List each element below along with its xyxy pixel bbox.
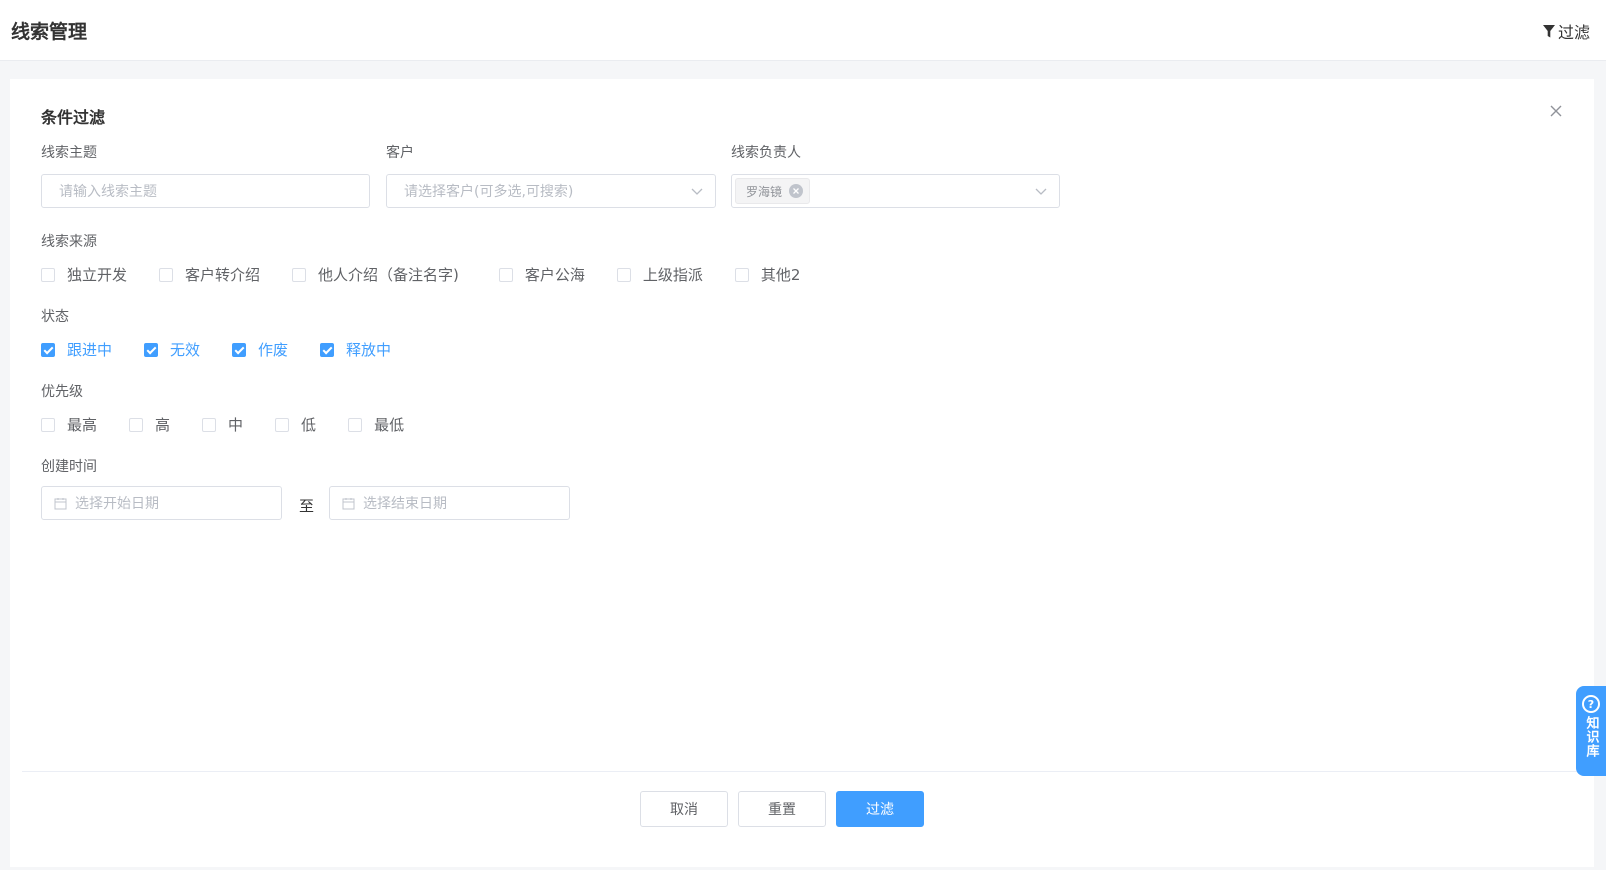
top-bar: 线索管理 过滤 <box>0 0 1606 61</box>
chevron-down-icon <box>1035 188 1047 195</box>
customer-placeholder: 请选择客户(可多选,可搜索) <box>404 184 574 200</box>
priority-option[interactable]: 最高 <box>41 414 97 435</box>
date-range-separator: 至 <box>299 497 315 515</box>
end-date-input[interactable]: 选择结束日期 <box>329 486 570 520</box>
option-label: 无效 <box>170 341 201 359</box>
source-option[interactable]: 上级指派 <box>616 264 703 285</box>
calendar-icon <box>342 497 355 509</box>
option-label: 客户公海 <box>524 266 585 284</box>
reset-button[interactable]: 重置 <box>738 791 826 827</box>
checkbox[interactable] <box>41 267 55 282</box>
checkbox[interactable] <box>734 267 749 282</box>
priority-option[interactable]: 中 <box>202 414 243 435</box>
panel-title: 条件过滤 <box>41 108 106 127</box>
status-option[interactable]: 作废 <box>232 339 288 360</box>
status-label: 状态 <box>41 309 69 325</box>
priority-option[interactable]: 高 <box>129 414 170 435</box>
page-title: 线索管理 <box>11 21 88 43</box>
chevron-down-icon <box>691 188 703 195</box>
option-label: 作废 <box>258 341 289 359</box>
checkbox[interactable] <box>275 417 290 432</box>
close-icon[interactable] <box>1548 103 1564 119</box>
option-label: 独立开发 <box>67 266 128 284</box>
checkbox[interactable] <box>144 342 159 357</box>
option-label: 上级指派 <box>642 266 703 284</box>
knowledge-base-button[interactable]: ? 知识库 <box>1576 686 1606 776</box>
option-label: 他人介绍（备注名字) <box>318 266 459 284</box>
priority-options: 最高 高 中 低 最低 <box>41 414 436 435</box>
start-date-placeholder: 选择开始日期 <box>75 496 159 512</box>
source-option[interactable]: 独立开发 <box>41 264 127 285</box>
checkbox[interactable] <box>616 267 631 282</box>
end-date-placeholder: 选择结束日期 <box>363 496 447 512</box>
source-option[interactable]: 客户公海 <box>498 264 585 285</box>
option-label: 中 <box>228 416 244 434</box>
option-label: 低 <box>301 416 317 434</box>
top-filter-button[interactable]: 过滤 <box>1542 19 1590 43</box>
priority-option[interactable]: 最低 <box>348 414 404 435</box>
filter-button[interactable]: 过滤 <box>836 791 924 827</box>
subject-label: 线索主题 <box>41 145 97 161</box>
checkbox[interactable] <box>498 267 513 282</box>
subject-input[interactable]: 请输入线索主题 <box>41 174 370 208</box>
status-options: 跟进中 无效 作废 释放中 <box>41 339 423 360</box>
checkbox[interactable] <box>159 267 174 282</box>
status-option[interactable]: 跟进中 <box>41 339 112 360</box>
option-label: 释放中 <box>346 341 392 359</box>
source-option[interactable]: 他人介绍（备注名字) <box>292 264 459 285</box>
source-option[interactable]: 客户转介绍 <box>159 264 260 285</box>
checkbox[interactable] <box>348 417 363 432</box>
option-label: 最高 <box>67 416 98 434</box>
tag-close-icon[interactable] <box>789 184 804 198</box>
owner-tag: 罗海镜 <box>735 178 811 204</box>
owner-label: 线索负责人 <box>731 145 801 161</box>
subject-placeholder: 请输入线索主题 <box>59 184 157 200</box>
option-label: 高 <box>155 416 171 434</box>
top-filter-label: 过滤 <box>1557 23 1590 42</box>
knowledge-base-label: 知识库 <box>1583 716 1599 758</box>
checkbox[interactable] <box>41 417 55 432</box>
checkbox[interactable] <box>202 417 217 432</box>
source-options: 独立开发 客户转介绍 他人介绍（备注名字) 客户公海 上级指派 其他2 <box>41 264 832 285</box>
cancel-button[interactable]: 取消 <box>640 791 728 827</box>
source-option[interactable]: 其他2 <box>734 264 801 285</box>
status-option[interactable]: 无效 <box>144 339 200 360</box>
filter-panel: 条件过滤 线索主题 客户 线索负责人 请输入线索主题 请选择客户(可多选,可搜索… <box>10 79 1594 867</box>
created-label: 创建时间 <box>41 459 97 475</box>
checkbox[interactable] <box>320 342 335 357</box>
priority-label: 优先级 <box>41 384 83 400</box>
checkbox[interactable] <box>232 342 247 357</box>
owner-select[interactable]: 罗海镜 <box>731 174 1060 208</box>
source-label: 线索来源 <box>41 234 97 250</box>
filter-icon <box>1542 24 1555 37</box>
status-option[interactable]: 释放中 <box>320 339 391 360</box>
start-date-input[interactable]: 选择开始日期 <box>41 486 282 520</box>
option-label: 客户转介绍 <box>185 266 261 284</box>
footer-divider <box>22 771 1582 772</box>
checkbox[interactable] <box>129 417 144 432</box>
help-icon: ? <box>1582 695 1600 713</box>
customer-label: 客户 <box>386 145 414 161</box>
priority-option[interactable]: 低 <box>275 414 316 435</box>
option-label: 最低 <box>374 416 405 434</box>
customer-select[interactable]: 请选择客户(可多选,可搜索) <box>386 174 716 208</box>
checkbox[interactable] <box>41 342 55 357</box>
calendar-icon <box>54 497 67 509</box>
checkbox[interactable] <box>292 267 307 282</box>
option-label: 跟进中 <box>67 341 113 359</box>
owner-tag-label: 罗海镜 <box>746 184 783 199</box>
option-label: 其他2 <box>760 266 801 284</box>
